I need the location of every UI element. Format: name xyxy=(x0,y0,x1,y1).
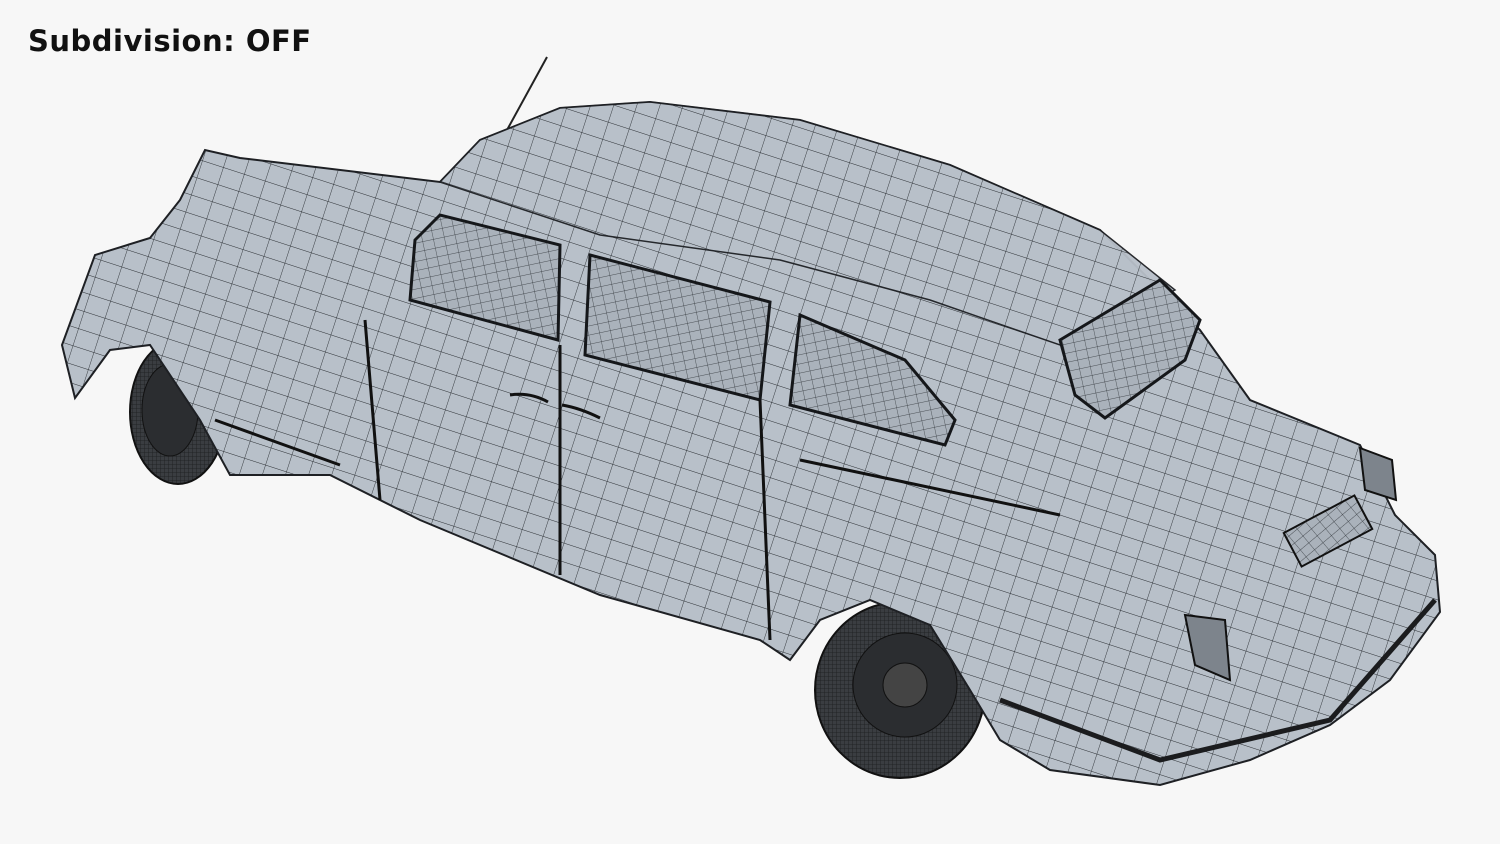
car-wireframe-render xyxy=(60,56,1442,787)
